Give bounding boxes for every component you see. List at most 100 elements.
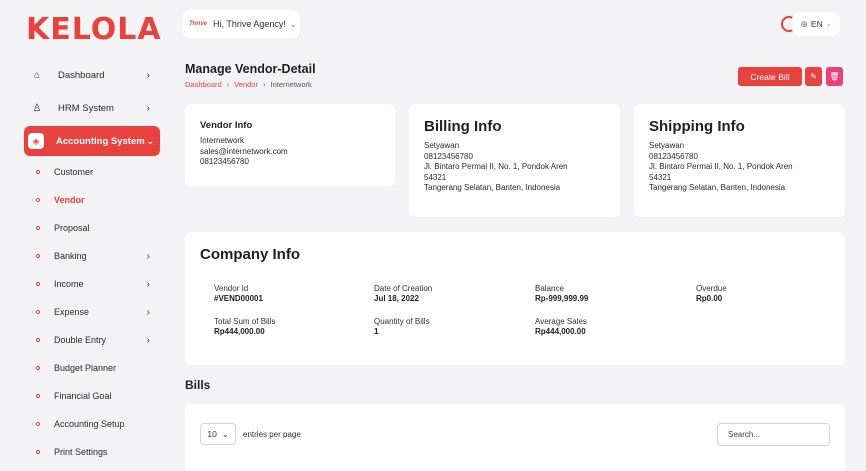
sidebar-subitem-label: Accounting Setup [54,419,125,429]
stat-average-sales: Average Sales Rp444,000.00 [535,317,587,337]
vendor-info-card: Vendor Info Internetwork sales@internetw… [185,104,395,186]
billing-address: Jl. Bintaro Permai II, No. 1, Pondok Are… [424,162,568,171]
entries-value: 10 [207,429,217,439]
bullet-icon [36,366,40,370]
company-info-card: Company Info Vendor Id #VEND00001 Date o… [185,232,845,365]
sidebar-subitem-banking[interactable]: Banking › [36,246,160,266]
chevron-right-icon: › [146,306,150,318]
pencil-icon: ✎ [810,72,817,81]
chevron-right-icon: › [146,69,150,81]
sidebar-subitem-double-entry[interactable]: Double Entry › [36,330,160,350]
sidebar-item-accounting-system[interactable]: ◈ Accounting System ⌄ [24,126,160,156]
user-menu[interactable]: Thrive Hi, Thrive Agency! ⌄ [182,10,300,38]
bullet-icon [36,338,40,342]
sidebar-subitem-label: Customer [54,167,94,177]
sidebar-item-label: HRM System [58,102,114,114]
sidebar-subitem-label: Income [54,279,84,289]
stat-vendor-id: Vendor Id #VEND00001 [214,284,263,304]
stat-label: Date of Creation [374,284,433,293]
home-icon: ⌂ [33,69,41,81]
vendor-info-title: Vendor Info [200,120,253,131]
stat-value: #VEND00001 [214,294,263,303]
billing-phone: 08123456780 [424,151,473,161]
billing-postal: 54321 [424,172,447,182]
sidebar-item-dashboard[interactable]: ⌂ Dashboard › [24,60,160,90]
sidebar: KELOLA ⌂ Dashboard › ♙ HRM System › ◈ Ac… [0,0,172,471]
sidebar-subitem-print-settings[interactable]: Print Settings [36,442,160,462]
sidebar-subitem-expense[interactable]: Expense › [36,302,160,322]
stat-label: Balance [535,284,564,293]
bills-title: Bills [185,378,211,392]
edit-button[interactable]: ✎ [805,67,822,86]
stat-total-sum-of-bills: Total Sum of Bills Rp444,000.00 [214,317,275,337]
sidebar-subitem-financial-goal[interactable]: Financial Goal [36,386,160,406]
stat-label: Quantity of Bills [374,317,430,326]
box-icon: ◈ [28,133,44,149]
vendor-phone: 08123456780 [200,157,249,166]
chevron-right-icon: › [146,250,150,262]
stat-label: Overdue [696,284,727,293]
language-selector[interactable]: ⊕ EN ⌄ [792,12,840,36]
trash-icon: 🗑 [829,72,840,81]
stat-date-of-creation: Date of Creation Jul 18, 2022 [374,284,432,304]
search-input[interactable] [717,423,830,446]
stat-label: Vendor Id [214,284,249,293]
vendor-name: Internetwork [200,136,245,145]
sidebar-subitem-proposal[interactable]: Proposal [36,218,160,238]
vendor-email: sales@internetwork.com [200,146,288,156]
breadcrumb: Dashboard › Vendor › Internetwork [185,80,312,89]
delete-button[interactable]: 🗑 [826,67,843,86]
stat-value: Jul 18, 2022 [374,294,419,303]
breadcrumb-vendor[interactable]: Vendor [234,80,258,89]
stat-value: Rp444,000.00 [214,327,265,336]
chevron-down-icon: ⌄ [289,19,297,29]
sidebar-subitem-label: Vendor [54,195,85,205]
stat-overdue: Overdue Rp0.00 [696,284,727,304]
sidebar-item-label: Dashboard [58,69,105,81]
sidebar-subitem-label: Budget Planner [54,363,117,373]
stat-value: Rp444,000.00 [535,327,586,336]
language-label: EN [810,19,823,29]
bullet-icon [36,198,40,202]
sidebar-item-hrm-system[interactable]: ♙ HRM System › [24,93,160,123]
entries-label: entries per page [243,429,301,439]
sidebar-subitem-label: Double Entry [54,335,107,345]
billing-info-card: Billing Info Setyawan 08123456780 Jl. Bi… [409,104,620,217]
create-bill-button[interactable]: Create Bill [738,67,802,86]
shipping-info-card: Shipping Info Setyawan 08123456780 Jl. B… [634,104,845,217]
sidebar-subitem-vendor[interactable]: Vendor [36,190,160,210]
shipping-info-title: Shipping Info [649,118,745,135]
shipping-phone: 08123456780 [649,151,698,161]
sidebar-subitem-budget-planner[interactable]: Budget Planner [36,358,160,378]
stat-quantity-of-bills: Quantity of Bills 1 [374,317,430,337]
chevron-down-icon: ⌄ [221,429,229,439]
sidebar-subitem-label: Print Settings [54,447,108,457]
sidebar-subitem-customer[interactable]: Customer [36,162,160,182]
chevron-down-icon: ⌄ [146,135,154,146]
sidebar-subitem-label: Proposal [54,223,90,233]
shipping-name: Setyawan [649,141,685,150]
user-greeting: Hi, Thrive Agency! [213,19,286,29]
bills-table-card: 10 ⌄ entries per page [185,404,845,471]
breadcrumb-dashboard[interactable]: Dashboard [185,80,222,89]
stat-value: Rp-999,999.99 [535,294,589,303]
shipping-address: Jl. Bintaro Permai II, No. 1, Pondok Are… [649,162,793,171]
sidebar-subitem-label: Financial Goal [54,391,112,401]
sidebar-subitem-accounting-setup[interactable]: Accounting Setup [36,414,160,434]
page-title: Manage Vendor-Detail [185,62,316,76]
sidebar-item-label: Accounting System [56,135,145,147]
stat-balance: Balance Rp-999,999.99 [535,284,588,304]
breadcrumb-separator: › [226,80,230,89]
stat-label: Total Sum of Bills [214,317,276,326]
brand-logo[interactable]: KELOLA [26,12,162,47]
sidebar-subitem-income[interactable]: Income › [36,274,160,294]
stat-label: Average Sales [535,317,587,326]
billing-name: Setyawan [424,141,460,150]
bullet-icon [36,394,40,398]
bullet-icon [36,422,40,426]
bullet-icon [36,170,40,174]
billing-info-title: Billing Info [424,118,502,135]
globe-icon: ⊕ [800,18,808,29]
entries-per-page-select[interactable]: 10 ⌄ [200,423,236,445]
chevron-right-icon: › [146,278,150,290]
